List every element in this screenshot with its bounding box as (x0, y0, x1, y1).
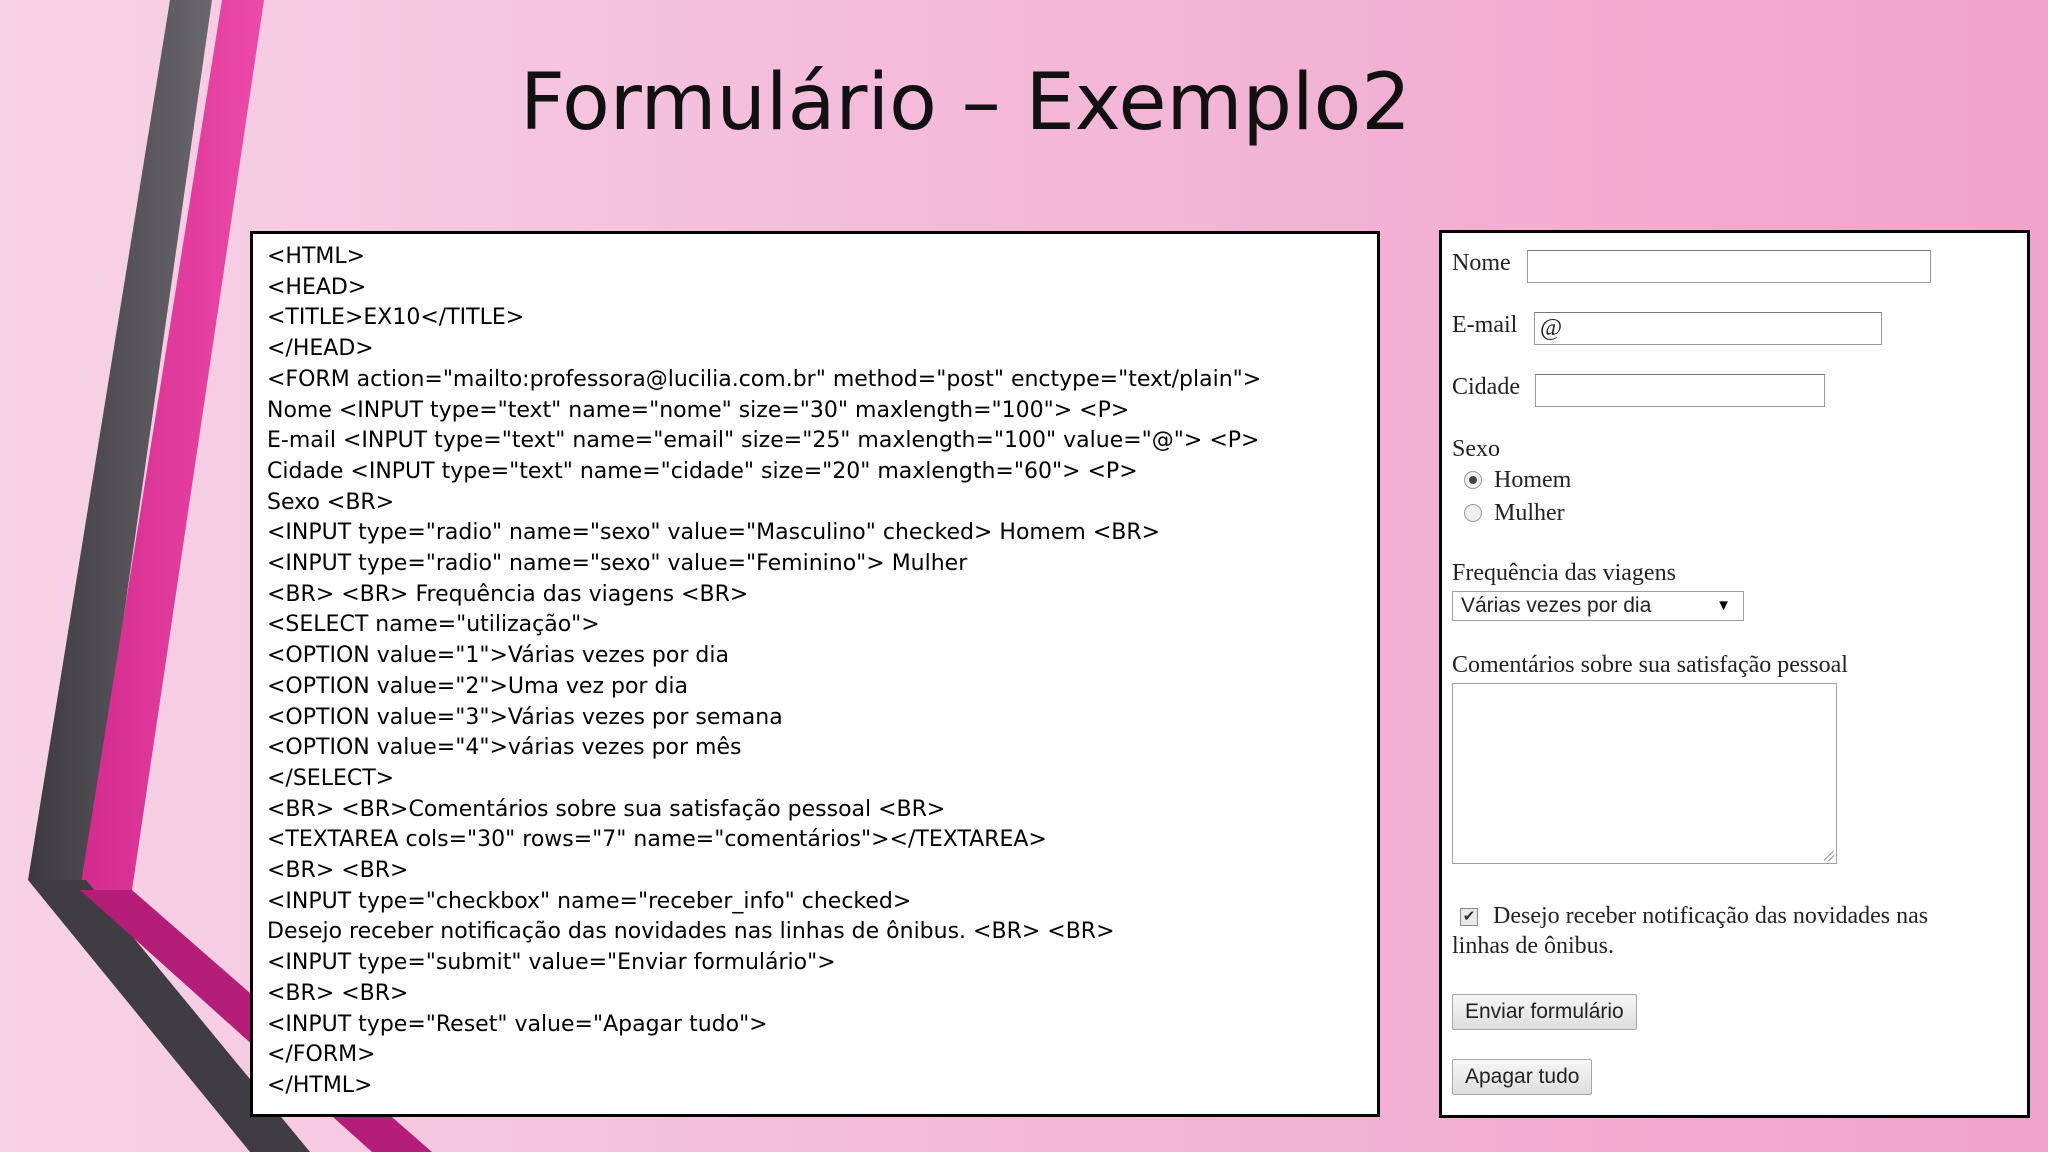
slide-title: Formulário – Exemplo2 (520, 58, 1411, 148)
nome-input[interactable] (1527, 250, 1931, 283)
html-code-listing: <HTML> <HEAD> <TITLE>EX10</TITLE> </HEAD… (250, 231, 1380, 1117)
code-line: <OPTION value="1">Várias vezes por dia (267, 643, 729, 669)
code-line: <BR> <BR> (267, 858, 409, 884)
code-line: Nome <INPUT type="text" name="nome" size… (267, 397, 1130, 423)
submit-button[interactable]: Enviar formulário (1452, 994, 1637, 1030)
checkbox-text-line2: linhas de ônibus. (1452, 933, 1614, 959)
comentarios-label: Comentários sobre sua satisfação pessoal (1452, 652, 1848, 678)
comentarios-textarea[interactable] (1452, 683, 1837, 864)
rendered-form-preview: Nome E-mail @ Cidade Sexo Homem Mulher F… (1439, 230, 2030, 1118)
code-line: </SELECT> (267, 765, 395, 791)
radio-mulher-label: Mulher (1494, 500, 1565, 526)
resize-grip-icon[interactable] (1824, 851, 1834, 861)
code-line: <OPTION value="2">Uma vez por dia (267, 673, 689, 699)
radio-homem-label: Homem (1494, 467, 1572, 493)
receber-info-checkbox[interactable]: ✔ (1460, 908, 1478, 926)
code-line: Sexo <BR> (267, 489, 395, 515)
code-line: <HTML> (267, 244, 366, 269)
chevron-down-icon: ▼ (1716, 597, 1731, 614)
code-line: <HEAD> (267, 274, 367, 300)
sexo-label: Sexo (1452, 436, 1500, 462)
radio-mulher[interactable] (1464, 504, 1482, 522)
code-line: <BR> <BR> Frequência das viagens <BR> (267, 581, 749, 607)
code-line: Cidade <INPUT type="text" name="cidade" … (267, 458, 1138, 484)
code-line: <TITLE>EX10</TITLE> (267, 305, 525, 331)
code-line: <TEXTAREA cols="30" rows="7" name="comen… (267, 827, 1047, 853)
code-line: <INPUT type="checkbox" name="receber_inf… (267, 888, 912, 914)
select-value: Várias vezes por dia (1461, 594, 1652, 617)
cidade-label: Cidade (1452, 374, 1520, 400)
code-line: <OPTION value="4">várias vezes por mês (267, 735, 742, 761)
code-line: <OPTION value="3">Várias vezes por seman… (267, 704, 783, 730)
frequencia-label: Frequência das viagens (1452, 560, 1676, 586)
code-line: </HTML> (267, 1072, 373, 1098)
code-line: <SELECT name="utilização"> (267, 612, 600, 638)
code-line: Desejo receber notificação das novidades… (267, 919, 1115, 945)
radio-homem[interactable] (1464, 471, 1482, 489)
code-line: <FORM action="mailto:professora@lucilia.… (267, 366, 1262, 392)
code-line: <INPUT type="submit" value="Enviar formu… (267, 950, 836, 976)
reset-button[interactable]: Apagar tudo (1452, 1059, 1593, 1095)
code-line: E-mail <INPUT type="text" name="email" s… (267, 428, 1260, 454)
checkbox-text-line1: Desejo receber notificação das novidades… (1493, 903, 1929, 929)
code-line: <INPUT type="radio" name="sexo" value="M… (267, 520, 1161, 546)
code-line: <BR> <BR>Comentários sobre sua satisfaçã… (267, 796, 946, 822)
code-line: <INPUT type="radio" name="sexo" value="F… (267, 551, 968, 577)
frequencia-select[interactable]: Várias vezes por dia ▼ (1452, 591, 1744, 621)
code-line: <BR> <BR> (267, 980, 409, 1006)
cidade-input[interactable] (1535, 374, 1825, 407)
code-line: </HEAD> (267, 336, 374, 362)
nome-label: Nome (1452, 250, 1511, 276)
code-line: </FORM> (267, 1042, 376, 1068)
email-label: E-mail (1452, 312, 1518, 338)
code-line: <INPUT type="Reset" value="Apagar tudo"> (267, 1011, 768, 1037)
email-input[interactable]: @ (1534, 312, 1882, 345)
